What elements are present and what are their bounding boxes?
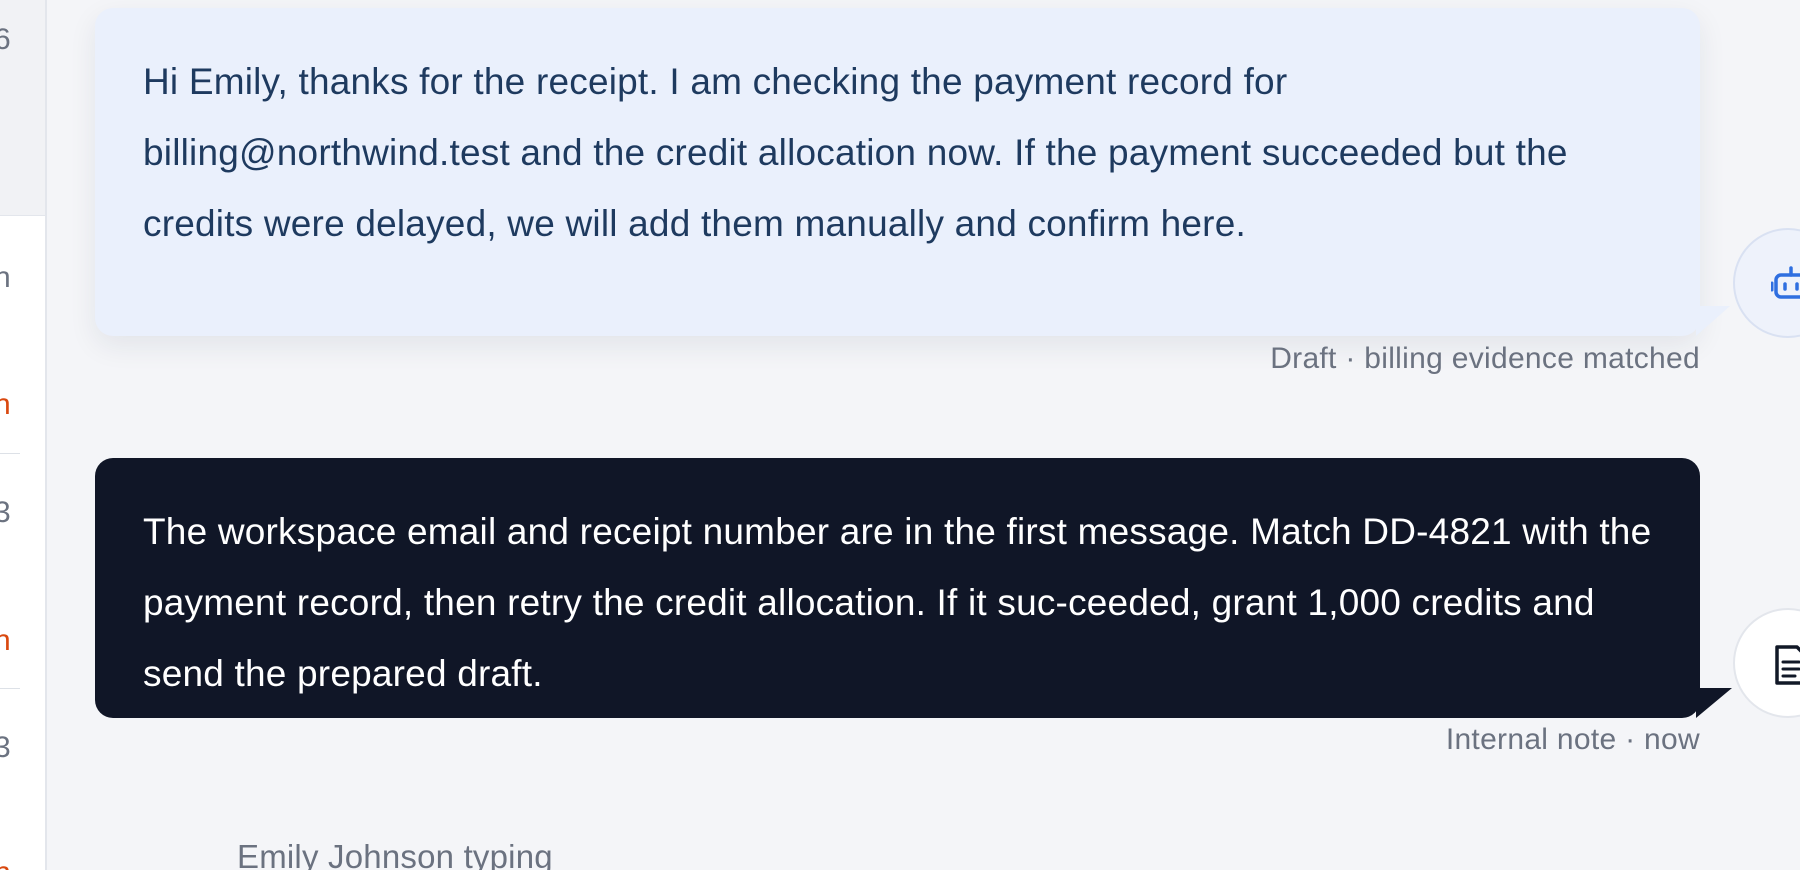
internal-note-meta: Internal note · now [1445,723,1700,756]
draft-status-meta: Draft · billing evidence matched [1270,342,1700,375]
sidebar-item-count: 3 [0,731,11,764]
robot-icon [1771,266,1800,299]
sidebar-divider [0,688,20,689]
draft-bubble-tail [1696,306,1730,336]
sidebar-item-count: 3 [0,496,11,529]
sidebar-divider [0,453,20,454]
document-icon [1775,645,1800,685]
conversation-view: 6 n . n 3 n 3 n Hi Emily, thanks for the… [0,0,1800,870]
assistant-avatar [1733,228,1800,338]
sidebar-item-count: 6 [0,23,11,56]
sidebar-item-status: n [0,858,11,870]
internal-note-text: The workspace email and receipt number a… [143,511,1652,694]
sidebar-item-status: n [0,388,11,421]
sidebar-item-status: n [0,624,11,657]
draft-reply-bubble[interactable]: Hi Emily, thanks for the receipt. I am c… [95,8,1700,336]
internal-note-bubble[interactable]: The workspace email and receipt number a… [95,458,1700,718]
note-author-avatar [1733,608,1800,718]
note-bubble-tail [1696,688,1732,718]
conversation-list-sidebar: 6 n . n 3 n 3 n [0,0,47,870]
sidebar-item-text: n [0,261,11,294]
sidebar-item-text: . [0,325,2,355]
typing-indicator: Emily Johnson typing [237,838,553,870]
draft-reply-text: Hi Emily, thanks for the receipt. I am c… [143,61,1568,244]
